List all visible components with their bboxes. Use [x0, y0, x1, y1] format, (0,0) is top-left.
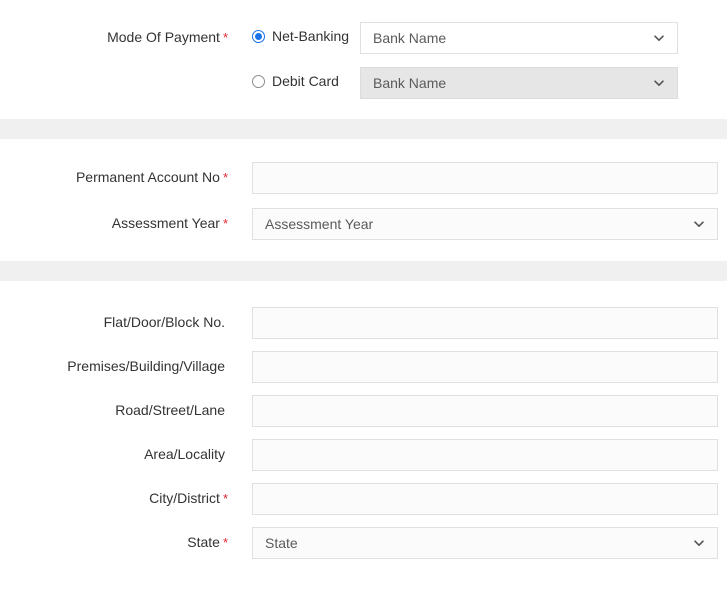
state-field: State: [252, 527, 718, 559]
taxpayer-details-section: Permanent Account No * Assessment Year * A…: [0, 139, 727, 261]
bank-name-select-debit-card-value: Bank Name: [373, 75, 447, 91]
city-district-field: [252, 483, 718, 515]
mode-of-payment-label-spacer: [0, 67, 228, 74]
required-asterisk: *: [222, 491, 228, 506]
road-street-lane-label-text: Road/Street/Lane: [115, 402, 225, 418]
bank-name-select-debit-card[interactable]: Bank Name: [360, 67, 678, 99]
permanent-account-no-label: Permanent Account No *: [0, 162, 228, 185]
state-select[interactable]: State: [252, 527, 718, 559]
form-row-permanent-account-no: Permanent Account No *: [0, 162, 727, 194]
chevron-down-icon: [693, 537, 705, 549]
form-row-premises-building-village: Premises/Building/Village: [0, 351, 727, 383]
premises-building-village-input[interactable]: [252, 351, 718, 383]
flat-door-block-input[interactable]: [252, 307, 718, 339]
mode-of-payment-section: Mode Of Payment * Net-Banking Bank Name D…: [0, 0, 727, 119]
chevron-down-icon: [693, 218, 705, 230]
net-banking-bank-field: Bank Name: [360, 22, 678, 54]
section-divider-band-1: [0, 119, 727, 139]
mode-of-payment-row-debit-card: Debit Card Bank Name: [0, 67, 727, 99]
premises-building-village-label-text: Premises/Building/Village: [67, 358, 225, 374]
mode-of-payment-row-net-banking: Mode Of Payment * Net-Banking Bank Name: [0, 22, 727, 54]
radio-debit-card-label[interactable]: Debit Card: [272, 73, 339, 89]
debit-card-bank-field: Bank Name: [360, 67, 678, 99]
section-divider-band-2: [0, 261, 727, 281]
required-asterisk: *: [222, 170, 228, 185]
radio-debit-card-icon[interactable]: [252, 74, 265, 88]
form-row-road-street-lane: Road/Street/Lane: [0, 395, 727, 427]
assessment-year-label-text: Assessment Year: [111, 215, 220, 231]
form-row-state: State * State: [0, 527, 727, 559]
flat-door-block-label: Flat/Door/Block No.: [0, 307, 228, 330]
required-asterisk: *: [222, 216, 228, 231]
required-asterisk: *: [222, 535, 228, 550]
chevron-down-icon: [653, 77, 665, 89]
area-locality-label-text: Area/Locality: [144, 446, 225, 462]
city-district-input[interactable]: [252, 483, 718, 515]
permanent-account-no-label-text: Permanent Account No: [75, 169, 220, 185]
area-locality-input[interactable]: [252, 439, 718, 471]
premises-building-village-field: [252, 351, 718, 383]
radio-option-net-banking[interactable]: Net-Banking: [228, 22, 360, 44]
form-row-area-locality: Area/Locality: [0, 439, 727, 471]
state-label: State *: [0, 527, 228, 550]
radio-net-banking-icon[interactable]: [252, 29, 265, 43]
flat-door-block-field: [252, 307, 718, 339]
address-details-section: Flat/Door/Block No. Premises/Building/Vi…: [0, 281, 727, 559]
state-label-text: State: [187, 534, 220, 550]
bank-name-select-net-banking-value: Bank Name: [373, 30, 447, 46]
form-row-city-district: City/District *: [0, 483, 727, 515]
payment-form-page: Mode Of Payment * Net-Banking Bank Name D…: [0, 0, 727, 592]
premises-building-village-label: Premises/Building/Village: [0, 351, 228, 374]
bank-name-select-net-banking[interactable]: Bank Name: [360, 22, 678, 54]
permanent-account-no-input[interactable]: [252, 162, 718, 194]
permanent-account-no-field: [252, 162, 718, 194]
assessment-year-select[interactable]: Assessment Year: [252, 208, 718, 240]
mode-of-payment-label-text: Mode Of Payment: [107, 29, 220, 45]
assessment-year-select-value: Assessment Year: [265, 216, 374, 232]
city-district-label: City/District *: [0, 483, 228, 506]
state-select-value: State: [265, 535, 298, 551]
chevron-down-icon: [653, 32, 665, 44]
form-row-flat-door-block: Flat/Door/Block No.: [0, 307, 727, 339]
area-locality-label: Area/Locality: [0, 439, 228, 462]
city-district-label-text: City/District: [149, 490, 220, 506]
area-locality-field: [252, 439, 718, 471]
assessment-year-field: Assessment Year: [252, 208, 718, 240]
road-street-lane-field: [252, 395, 718, 427]
radio-option-debit-card[interactable]: Debit Card: [228, 67, 360, 89]
flat-door-block-label-text: Flat/Door/Block No.: [103, 314, 225, 330]
form-row-assessment-year: Assessment Year * Assessment Year: [0, 208, 727, 240]
assessment-year-label: Assessment Year *: [0, 208, 228, 231]
road-street-lane-input[interactable]: [252, 395, 718, 427]
radio-net-banking-label[interactable]: Net-Banking: [272, 28, 349, 44]
road-street-lane-label: Road/Street/Lane: [0, 395, 228, 418]
mode-of-payment-label: Mode Of Payment *: [0, 22, 228, 45]
